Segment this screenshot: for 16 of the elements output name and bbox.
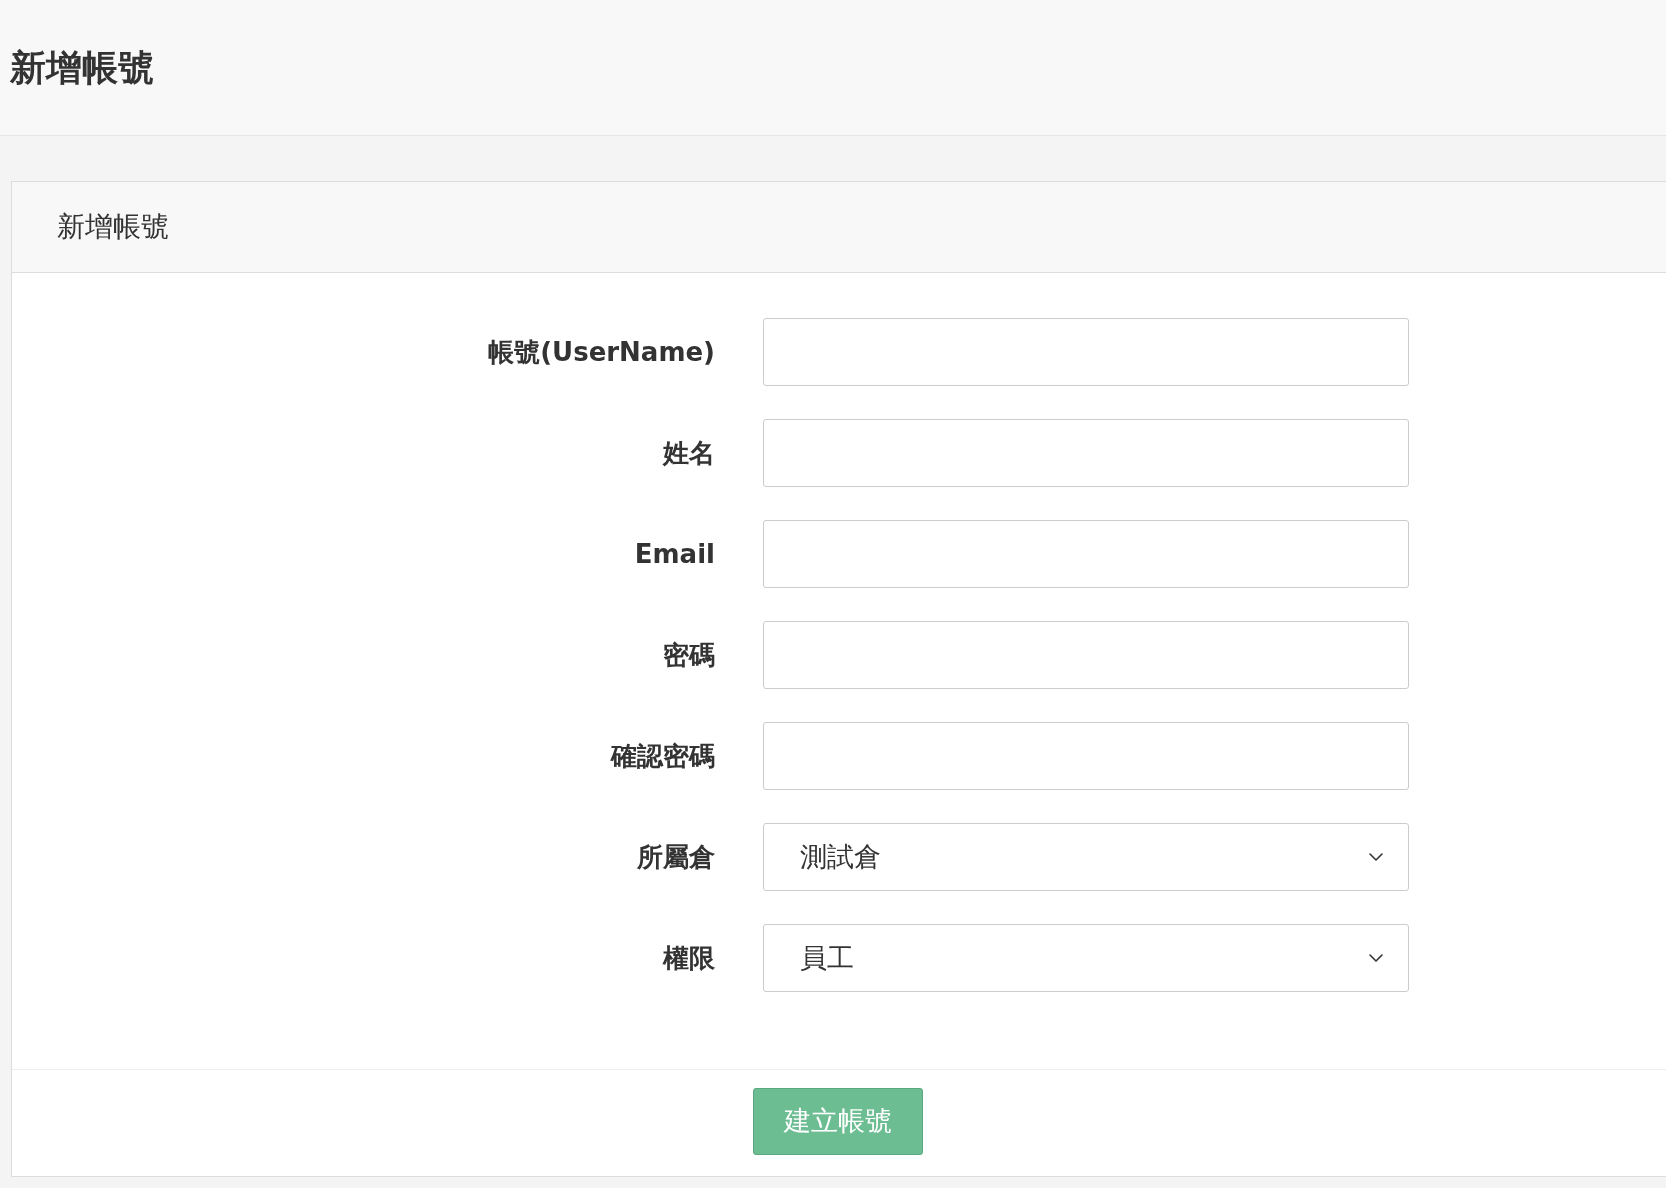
select-field[interactable]: 測試倉 [763, 823, 1409, 891]
field-label: 權限 [663, 941, 715, 975]
field-label: 所屬倉 [637, 840, 715, 874]
panel-title: 新增帳號 [57, 209, 169, 245]
input-field[interactable] [763, 520, 1409, 588]
input-field[interactable] [763, 722, 1409, 790]
input-field[interactable] [763, 419, 1409, 487]
field-label: 姓名 [663, 436, 715, 470]
field-label: 帳號(UserName) [488, 335, 715, 369]
input-field[interactable] [763, 621, 1409, 689]
field-label: 確認密碼 [611, 739, 715, 773]
page-title: 新增帳號 [10, 45, 154, 90]
input-field[interactable] [763, 318, 1409, 386]
field-label: Email [634, 537, 715, 571]
select-field[interactable]: 員工 [763, 924, 1409, 992]
field-label: 密碼 [663, 638, 715, 672]
